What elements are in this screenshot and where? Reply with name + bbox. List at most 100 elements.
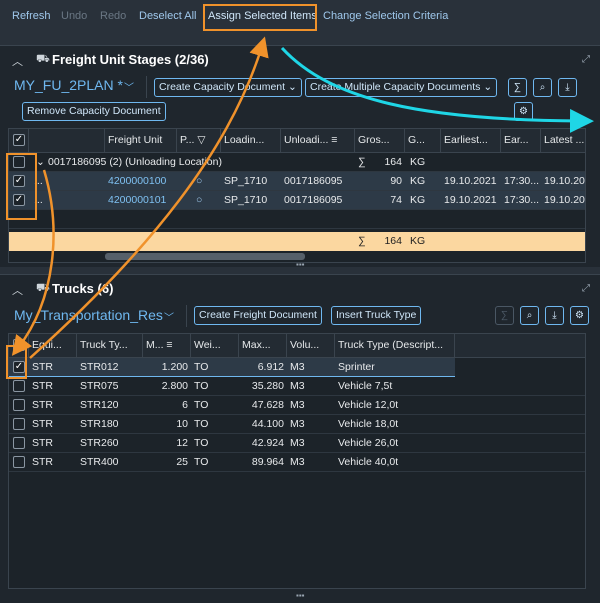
button-label: Create Multiple Capacity Documents xyxy=(310,81,481,93)
refresh-button[interactable]: Refresh xyxy=(12,10,51,22)
annotation-box-truck-checkbox xyxy=(6,345,27,379)
column-header[interactable]: Loadin... xyxy=(221,129,281,152)
column-header[interactable]: Equi... xyxy=(29,334,77,357)
table-row[interactable]: ✓ STR STR012 1.200 TO 6.912 M3 Sprinter xyxy=(9,358,455,377)
loading-location: SP_1710 xyxy=(224,175,268,187)
remove-capacity-document-button[interactable]: Remove Capacity Document xyxy=(22,102,166,121)
redo-button[interactable]: Redo xyxy=(100,10,126,22)
column-header[interactable]: Latest ... xyxy=(541,129,587,152)
collapse-chevron-icon[interactable]: ︿ xyxy=(12,53,23,69)
empty-row xyxy=(9,210,585,229)
insert-truck-type-button[interactable]: Insert Truck Type xyxy=(331,306,422,325)
column-header[interactable]: Ear... xyxy=(501,129,541,152)
max-volume: 89.964 xyxy=(251,456,284,468)
weight-unit: TO xyxy=(194,380,209,392)
group-row[interactable]: ⌄ 0017186095 (2) (Unloading Location) ∑ … xyxy=(9,153,585,172)
column-header[interactable]: M... ≡ xyxy=(143,334,191,357)
truck-type: STR120 xyxy=(80,399,119,411)
collapse-chevron-icon[interactable]: ︿ xyxy=(12,282,23,298)
settings-gear-icon[interactable]: ⚙ xyxy=(570,306,589,325)
total-unit: KG xyxy=(410,235,426,247)
column-label: P... xyxy=(180,134,195,146)
freight-unit-link[interactable]: 4200000100 xyxy=(105,172,177,191)
freight-unit-stages-panel: ︿ ⛟ Freight Unit Stages (2/36) ⤢ MY_FU_2… xyxy=(0,45,600,269)
column-header[interactable]: Earliest... xyxy=(441,129,501,152)
column-header[interactable]: P... ▽ xyxy=(177,129,221,152)
table-row[interactable]: STR STR260 12 TO 42.924 M3 Vehicle 26,0t xyxy=(9,434,585,453)
freight-unit-link[interactable]: 4200000101 xyxy=(105,191,177,210)
panel-title: Trucks (6) xyxy=(52,281,114,296)
table-row[interactable]: STR STR180 10 TO 44.100 M3 Vehicle 18,0t xyxy=(9,415,585,434)
row-checkbox[interactable] xyxy=(13,418,25,430)
row-checkbox[interactable] xyxy=(13,399,25,411)
trucks-panel: ︿ ⛟ Trucks (6) ⤢ My_Transportation_Res ﹀… xyxy=(0,274,600,603)
unloading-location: 0017186095 xyxy=(284,175,343,187)
expand-icon[interactable]: ⤢ xyxy=(582,283,590,294)
loading-location: SP_1710 xyxy=(224,194,268,206)
truck-type: STR260 xyxy=(80,437,119,449)
truck-description: Vehicle 26,0t xyxy=(338,437,399,449)
table-row[interactable]: ✓ ... 4200000100 ○ SP_1710 0017186095 90… xyxy=(9,172,585,191)
deselect-all-button[interactable]: Deselect All xyxy=(139,10,196,22)
horizontal-scrollbar[interactable] xyxy=(105,253,305,260)
annotation-box-fu-checkboxes xyxy=(6,153,37,220)
variant-selector[interactable]: MY_FU_2PLAN * xyxy=(14,77,123,93)
search-icon[interactable]: ⌕ xyxy=(520,306,539,325)
variant-selector[interactable]: My_Transportation_Res xyxy=(14,307,163,323)
volume-unit: M3 xyxy=(290,418,305,430)
truck-description: Vehicle 40,0t xyxy=(338,456,399,468)
volume-unit: M3 xyxy=(290,380,305,392)
column-header[interactable]: Volu... xyxy=(287,334,335,357)
sum-icon[interactable]: ∑ xyxy=(495,306,514,325)
column-header[interactable]: Freight Unit xyxy=(105,129,177,152)
column-header[interactable]: Unloadi... ≡ xyxy=(281,129,355,152)
truck-description: Vehicle 12,0t xyxy=(338,399,399,411)
truck-description: Vehicle 7,5t xyxy=(338,380,393,392)
row-checkbox[interactable] xyxy=(13,380,25,392)
equipment-type: STR xyxy=(32,456,53,468)
expand-icon[interactable]: ⤢ xyxy=(582,54,590,65)
table-row[interactable]: STR STR120 6 TO 47.628 M3 Vehicle 12,0t xyxy=(9,396,585,415)
sum-icon[interactable]: ∑ xyxy=(508,78,527,97)
total-row: ∑ 164 KG xyxy=(9,232,585,251)
sort-icon: ≡ xyxy=(166,339,173,351)
resize-grip-icon[interactable]: ▪▪▪ xyxy=(296,260,305,269)
weight-unit: TO xyxy=(194,456,209,468)
column-header[interactable]: Truck Type (Descript... xyxy=(335,334,455,357)
truck-icon: ⛟ xyxy=(36,53,50,65)
create-capacity-document-button[interactable]: Create Capacity Document ⌄ xyxy=(154,78,302,97)
resize-grip-icon[interactable]: ▪▪▪ xyxy=(296,591,305,600)
truck-description: Sprinter xyxy=(338,361,375,373)
download-icon[interactable]: ⤓ xyxy=(545,306,564,325)
row-checkbox[interactable] xyxy=(13,437,25,449)
column-header[interactable]: Gros... xyxy=(355,129,405,152)
select-all-header[interactable]: ✓ xyxy=(9,129,29,152)
table-header: ✓ Freight Unit P... ▽ Loadin... Unloadi.… xyxy=(9,129,585,153)
column-header[interactable]: Wei... xyxy=(191,334,239,357)
max-weight: 12 xyxy=(176,437,188,449)
undo-button[interactable]: Undo xyxy=(61,10,87,22)
row-checkbox[interactable] xyxy=(13,456,25,468)
chevron-down-icon[interactable]: ﹀ xyxy=(124,79,134,94)
chevron-down-icon[interactable]: ﹀ xyxy=(164,309,174,324)
download-icon[interactable]: ⤓ xyxy=(558,78,577,97)
weight-unit: TO xyxy=(194,361,209,373)
create-multiple-capacity-documents-button[interactable]: Create Multiple Capacity Documents ⌄ xyxy=(305,78,498,97)
table-row[interactable]: STR STR400 25 TO 89.964 M3 Vehicle 40,0t xyxy=(9,453,585,472)
equipment-type: STR xyxy=(32,418,53,430)
table-row[interactable]: STR STR075 2.800 TO 35.280 M3 Vehicle 7,5t xyxy=(9,377,585,396)
column-header[interactable]: Truck Ty... xyxy=(77,334,143,357)
column-header[interactable]: G... xyxy=(405,129,441,152)
group-sum: 164 xyxy=(384,156,402,168)
search-icon[interactable]: ⌕ xyxy=(533,78,552,97)
column-header[interactable]: Max... xyxy=(239,334,287,357)
equipment-type: STR xyxy=(32,361,53,373)
weight-unit: TO xyxy=(194,399,209,411)
change-selection-criteria-button[interactable]: Change Selection Criteria xyxy=(323,10,448,22)
select-all-checkbox[interactable]: ✓ xyxy=(13,134,25,146)
table-row[interactable]: ✓ ... 4200000101 ○ SP_1710 0017186095 74… xyxy=(9,191,585,210)
freight-unit-table: ✓ Freight Unit P... ▽ Loadin... Unloadi.… xyxy=(8,128,586,263)
volume-unit: M3 xyxy=(290,399,305,411)
settings-gear-icon[interactable]: ⚙ xyxy=(514,102,533,121)
create-freight-document-button[interactable]: Create Freight Document xyxy=(194,306,322,325)
